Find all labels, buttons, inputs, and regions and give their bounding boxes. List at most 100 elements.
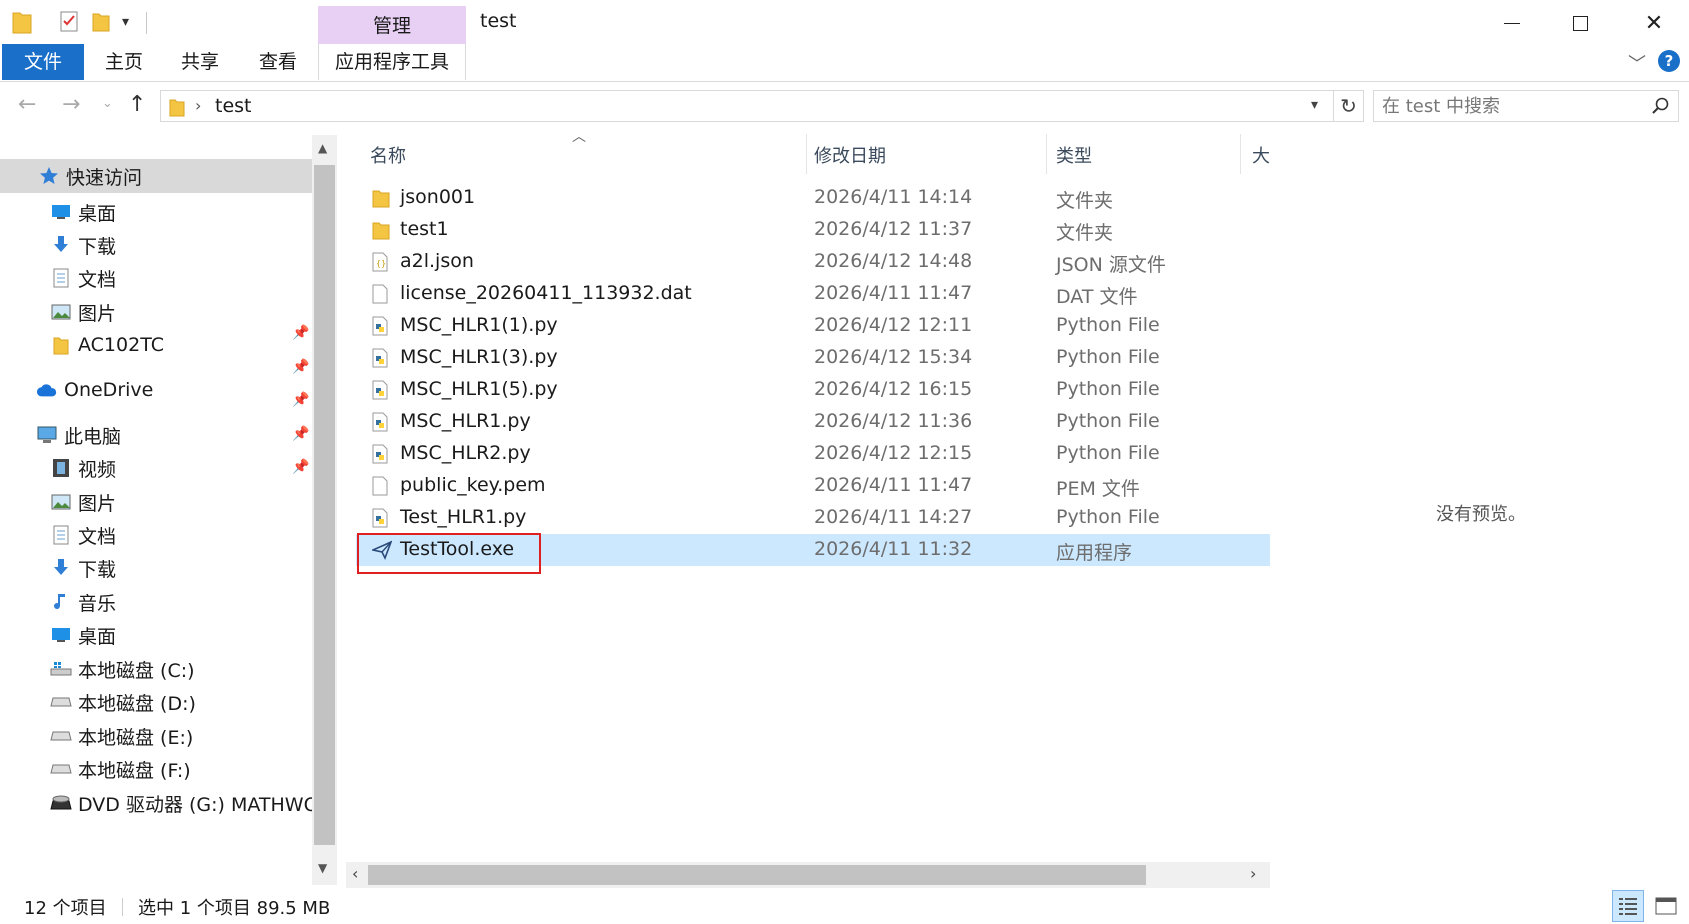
close-icon: ✕ [1644,10,1664,36]
sidebar-item-downloads-pc[interactable]: 下载 [0,551,312,585]
forward-arrow-icon[interactable]: → [62,92,80,117]
search-box[interactable] [1373,90,1679,122]
maximize-button[interactable] [1540,4,1620,42]
search-input[interactable] [1382,94,1642,118]
json-file-icon: {} [372,252,390,272]
sidebar-item-documents[interactable]: 文档 [0,261,312,295]
table-row[interactable]: {} a2l.json 2026/4/12 14:48 JSON 源文件 [356,246,1270,278]
expand-ribbon-icon[interactable]: ﹀ [1628,50,1646,76]
close-button[interactable]: ✕ [1614,4,1689,42]
file-type: Python File [1056,506,1160,528]
sidebar-item-label: OneDrive [64,379,154,401]
sidebar-item-dvd-drive[interactable]: DVD 驱动器 (G:) MATHWORKS [0,786,312,820]
sidebar-item-label: 视频 [78,458,117,481]
python-file-icon [372,380,390,400]
sidebar-item-desktop-pc[interactable]: 桌面 [0,618,312,652]
breadcrumb-current[interactable]: test [215,95,252,117]
column-divider[interactable] [1240,134,1241,174]
table-row[interactable]: license_20260411_113932.dat 2026/4/11 11… [356,278,1270,310]
column-divider[interactable] [806,134,807,174]
desktop-icon [50,624,72,646]
document-icon [50,524,72,546]
folder-icon [372,188,390,208]
column-divider[interactable] [1046,134,1047,174]
sidebar-item-drive-e[interactable]: 本地磁盘 (E:) [0,719,312,753]
table-row[interactable]: MSC_HLR1(1).py 2026/4/12 12:11 Python Fi… [356,310,1270,342]
details-view-button[interactable] [1612,890,1644,922]
sidebar-item-downloads[interactable]: 下载 [0,228,312,262]
properties-icon[interactable] [60,10,78,32]
table-row[interactable]: public_key.pem 2026/4/11 11:47 PEM 文件 [356,470,1270,502]
column-header-type[interactable]: 类型 [1056,142,1092,168]
scroll-left-arrow-icon[interactable]: ‹ [352,864,358,883]
column-header-name[interactable]: 名称 [370,142,406,168]
sidebar-item-ac102tc[interactable]: AC102TC [0,328,312,362]
sidebar-item-label: 文档 [78,525,117,548]
tab-home[interactable]: 主页 [84,44,164,80]
navigation-pane: 快速访问 桌面 📌 下载 📌 文档 📌 图片 📌 AC102TC 📌 OneDr… [0,135,316,885]
file-name: MSC_HLR2.py [400,442,531,464]
column-header-date[interactable]: 修改日期 [814,142,886,168]
file-date: 2026/4/11 11:47 [814,474,973,496]
up-arrow-icon[interactable]: ↑ [128,92,146,117]
scroll-right-arrow-icon[interactable]: › [1250,864,1256,883]
table-row[interactable]: MSC_HLR1(5).py 2026/4/12 16:15 Python Fi… [356,374,1270,406]
tab-view[interactable]: 查看 [240,44,316,80]
sidebar-item-drive-c[interactable]: 本地磁盘 (C:) [0,652,312,686]
sidebar-item-this-pc[interactable]: 此电脑 [0,418,312,452]
file-date: 2026/4/11 11:47 [814,282,973,304]
blank-file-icon [372,476,390,496]
sidebar-item-music[interactable]: 音乐 [0,585,312,619]
large-icons-view-button[interactable] [1652,892,1680,920]
sidebar-item-drive-f[interactable]: 本地磁盘 (F:) [0,752,312,786]
file-name: license_20260411_113932.dat [400,282,692,304]
file-type: Python File [1056,410,1160,432]
recent-locations-icon[interactable]: ⌄ [102,96,113,111]
customize-toolbar-icon[interactable]: ▾ [122,14,129,38]
table-row[interactable]: json001 2026/4/11 14:14 文件夹 [356,182,1270,214]
address-bar[interactable]: › test ▾ [160,90,1334,122]
table-row[interactable]: Test_HLR1.py 2026/4/11 14:27 Python File [356,502,1270,534]
preview-empty-message: 没有预览。 [1436,504,1526,525]
scroll-down-arrow-icon[interactable]: ▼ [318,861,327,875]
sidebar-item-pictures-pc[interactable]: 图片 [0,485,312,519]
chevron-down-icon[interactable]: ▾ [1311,97,1318,113]
table-row[interactable]: MSC_HLR1(3).py 2026/4/12 15:34 Python Fi… [356,342,1270,374]
back-arrow-icon[interactable]: ← [18,92,36,117]
scroll-up-arrow-icon[interactable]: ▲ [318,141,327,155]
sidebar-item-videos[interactable]: 视频 [0,451,312,485]
search-icon[interactable] [1650,96,1670,116]
scrollbar-thumb[interactable] [368,865,1146,885]
new-folder-icon[interactable] [92,10,110,32]
file-name: a2l.json [400,250,474,272]
horizontal-scrollbar[interactable]: ‹ › [346,862,1270,888]
column-header-size[interactable]: 大 [1252,142,1270,168]
table-row[interactable]: MSC_HLR2.py 2026/4/12 12:15 Python File [356,438,1270,470]
table-row[interactable]: test1 2026/4/12 11:37 文件夹 [356,214,1270,246]
selection-info: 选中 1 个项目 89.5 MB [138,898,331,919]
file-type: JSON 源文件 [1056,254,1166,276]
sidebar-item-pictures[interactable]: 图片 [0,295,312,329]
tab-app-tools[interactable]: 应用程序工具 [318,44,466,80]
refresh-button[interactable]: ↻ [1334,90,1364,122]
sidebar-item-documents-pc[interactable]: 文档 [0,518,312,552]
sidebar-item-quick-access[interactable]: 快速访问 [0,159,312,193]
tab-file[interactable]: 文件 [2,44,84,80]
folder-icon[interactable] [12,10,32,34]
navigation-scrollbar[interactable]: ▲ ▼ [312,135,337,885]
help-icon[interactable]: ? [1658,50,1680,72]
tab-manage[interactable]: 管理 [318,6,466,44]
sidebar-item-label: 本地磁盘 (E:) [78,726,194,749]
sidebar-item-onedrive[interactable]: OneDrive [0,373,312,407]
file-type: Python File [1056,378,1160,400]
sidebar-item-desktop[interactable]: 桌面 [0,195,312,229]
breadcrumb-separator-icon[interactable]: › [195,96,201,115]
document-icon [50,267,72,289]
sidebar-item-drive-d[interactable]: 本地磁盘 (D:) [0,685,312,719]
folder-icon [169,97,185,117]
scrollbar-thumb[interactable] [314,165,335,845]
hard-drive-icon [50,691,72,713]
table-row[interactable]: MSC_HLR1.py 2026/4/12 11:36 Python File [356,406,1270,438]
file-date: 2026/4/12 15:34 [814,346,973,368]
tab-share[interactable]: 共享 [162,44,238,80]
